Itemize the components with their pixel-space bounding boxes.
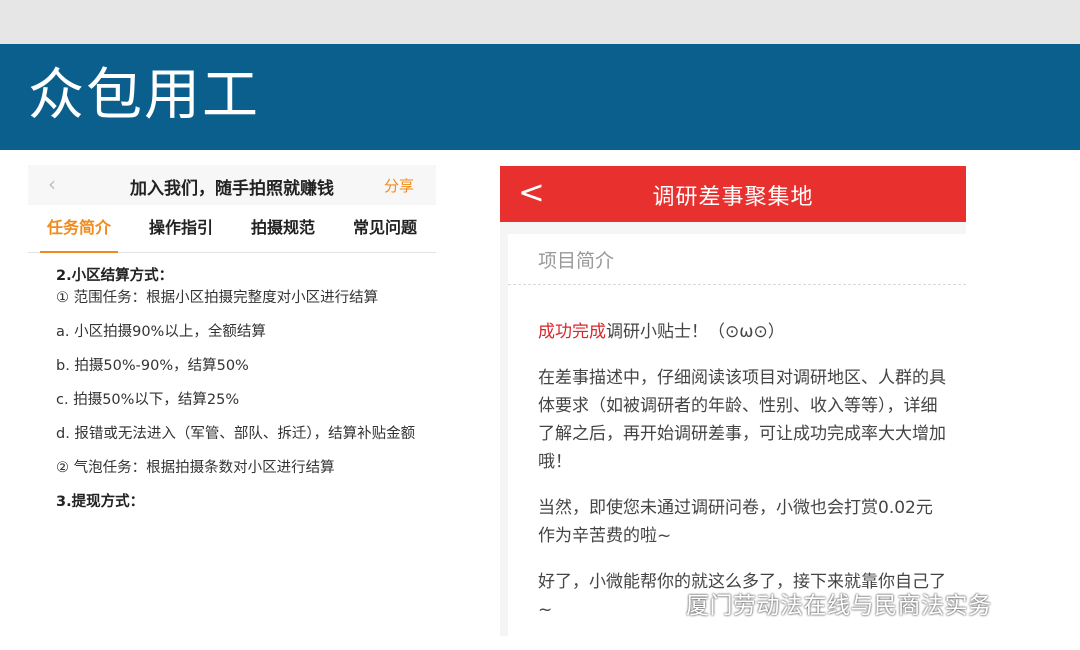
settlement-heading: 2.小区结算方式： <box>56 268 174 284</box>
title-band: 众包用工 <box>0 44 1080 150</box>
tip-highlight: 成功完成 <box>538 322 606 342</box>
tab-operation-guide[interactable]: 操作指引 <box>130 205 232 252</box>
project-card: 项目简介 成功完成调研小贴士！（⊙ω⊙） 在差事描述中，仔细阅读该项目对调研地区… <box>508 234 966 636</box>
left-screenshot: ‹ 加入我们，随手拍照就赚钱 分享 任务简介 操作指引 拍摄规范 常见问题 2.… <box>28 165 436 565</box>
right-nav-title: 调研差事聚集地 <box>652 185 814 210</box>
dashed-divider <box>508 284 966 285</box>
left-nav-title: 加入我们，随手拍照就赚钱 <box>130 179 334 199</box>
paragraph-requirements: 在差事描述中，仔细阅读该项目对调研地区、人群的具体要求（如被调研者的年龄、性别、… <box>538 368 946 472</box>
right-nav-bar: < 调研差事聚集地 <box>500 166 966 222</box>
watermark-text: 厦门劳动法在线与民商法实务 <box>686 593 992 619</box>
left-tab-bar: 任务简介 操作指引 拍摄规范 常见问题 <box>28 205 436 253</box>
paragraph-reward: 当然，即使您未通过调研问卷，小微也会打赏0.02元作为辛苦费的啦~ <box>538 498 933 546</box>
range-task-text: ① 范围任务：根据小区拍摄完整度对小区进行结算 <box>56 290 379 306</box>
withdraw-heading: 3.提现方式： <box>56 494 145 510</box>
tip-rest: 调研小贴士！（⊙ω⊙） <box>606 322 785 342</box>
rule-a-text: a. 小区拍摄90%以上，全额结算 <box>56 324 266 340</box>
watermark: 厦门劳动法在线与民商法实务 <box>648 585 992 621</box>
rule-d-text: d. 报错或无法进入（军管、部队、拆迁），结算补贴金额 <box>56 426 416 442</box>
bubble-task-text: ② 气泡任务：根据拍摄条数对小区进行结算 <box>56 460 335 476</box>
tip-heading: 成功完成调研小贴士！（⊙ω⊙） <box>538 318 948 346</box>
share-button[interactable]: 分享 <box>384 175 414 196</box>
section-label: 项目简介 <box>538 250 615 272</box>
tab-shooting-rules[interactable]: 拍摄规范 <box>232 205 334 252</box>
left-nav-bar: ‹ 加入我们，随手拍照就赚钱 分享 <box>28 165 436 205</box>
right-screenshot: < 调研差事聚集地 项目简介 成功完成调研小贴士！（⊙ω⊙） 在差事描述中，仔细… <box>500 166 966 636</box>
top-strip <box>0 0 1080 44</box>
rule-c-text: c. 拍摄50%以下，结算25% <box>56 392 240 408</box>
slide-title: 众包用工 <box>28 63 260 128</box>
wechat-icon <box>648 589 682 617</box>
rule-b-text: b. 拍摄50%-90%，结算50% <box>56 358 249 374</box>
tab-faq[interactable]: 常见问题 <box>334 205 436 252</box>
tab-task-intro[interactable]: 任务简介 <box>28 205 130 253</box>
left-content: 2.小区结算方式： ① 范围任务：根据小区拍摄完整度对小区进行结算 a. 小区拍… <box>56 265 416 525</box>
